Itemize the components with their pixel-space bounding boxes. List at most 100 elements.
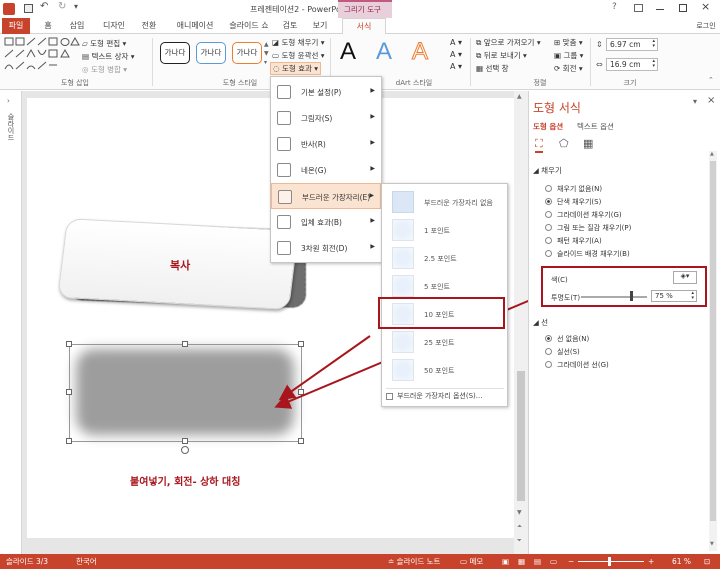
submenu-arrow-icon: ▶ — [370, 87, 375, 94]
effects-item-reflection[interactable]: 반사(R) ▶ — [271, 131, 381, 157]
effects-item-glow[interactable]: 네온(G) ▶ — [271, 157, 381, 183]
soft-edge-label: 50 포인트 — [424, 367, 455, 375]
fill-section-label: 채우기 — [541, 166, 562, 175]
soft-edge-options[interactable]: 부드러운 가장자리 옵션(S)... — [386, 388, 504, 402]
transparency-slider[interactable] — [581, 296, 647, 298]
transparency-value: 75 % — [655, 292, 673, 300]
arrow-to-shape — [278, 335, 371, 401]
line-gradient-radio[interactable] — [545, 361, 552, 368]
line-section-header[interactable]: ◢ 선 — [533, 317, 548, 328]
shape-effects-menu: 기본 설정(P) ▶ 그림자(S) ▶ 반사(R) ▶ 네온(G) ▶ 부드러운 가장자… — [270, 76, 382, 263]
tab-shape-options[interactable]: 도형 옵션 — [533, 121, 563, 132]
pane-scroll-thumb[interactable] — [710, 161, 716, 521]
soft-edges-icon — [278, 190, 292, 204]
zoom-slider-thumb[interactable] — [608, 557, 611, 566]
soft-edge-25pt[interactable]: 25 포인트 — [388, 328, 504, 356]
line-option-label: 그라데이션 선(G) — [557, 361, 609, 369]
soft-edge-preview — [392, 331, 414, 353]
effects-item-label: 그림자(S) — [301, 114, 333, 123]
fill-picture-radio[interactable] — [545, 224, 552, 231]
line-option-label: 실선(S) — [557, 348, 580, 356]
soft-edge-2-5pt[interactable]: 2.5 포인트 — [388, 244, 504, 272]
effects-item-preset[interactable]: 기본 설정(P) ▶ — [271, 79, 381, 105]
soft-edge-preview — [392, 219, 414, 241]
soft-edge-label: 1 포인트 — [424, 227, 450, 235]
tab-text-options[interactable]: 텍스트 옵션 — [577, 121, 614, 132]
format-shape-pane: 도형 서식 ▾ × 도형 옵션 텍스트 옵션 ⛶ ⬠ ▦ ◢ 채우기 채우기 없… — [528, 91, 720, 554]
transparency-label: 투명도(T) — [551, 294, 581, 302]
color-label: 색(C) — [551, 276, 568, 284]
submenu-arrow-icon: ▶ — [370, 243, 375, 250]
language-indicator[interactable]: 한국어 — [76, 554, 97, 569]
preset-icon — [277, 85, 291, 99]
effects-item-soft-edges[interactable]: 부드러운 가장자리(E) ▶ — [271, 183, 381, 209]
reflection-icon — [277, 137, 291, 151]
zoom-out-icon[interactable]: − — [568, 554, 574, 569]
collapse-icon: ◢ — [533, 318, 542, 327]
soft-edge-label: 25 포인트 — [424, 339, 455, 347]
normal-view-icon[interactable]: ▣ — [502, 554, 509, 569]
soft-edge-preview — [392, 275, 414, 297]
size-properties-tab-icon[interactable]: ▦ — [583, 137, 593, 150]
slide-counter[interactable]: 슬라이드 3/3 — [6, 554, 48, 569]
effects-item-shadow[interactable]: 그림자(S) ▶ — [271, 105, 381, 131]
effects-tab-icon[interactable]: ⬠ — [559, 137, 569, 150]
submenu-arrow-icon: ▶ — [370, 165, 375, 172]
zoom-slider[interactable] — [578, 561, 644, 562]
effects-item-label: 입체 효과(B) — [301, 218, 342, 227]
shadow-icon — [277, 111, 291, 125]
glow-icon — [277, 163, 291, 177]
zoom-level[interactable]: 61 % — [672, 554, 691, 569]
fill-background-radio[interactable] — [545, 250, 552, 257]
collapse-icon: ◢ — [533, 166, 542, 175]
line-section-label: 선 — [541, 318, 549, 327]
pane-scroll-up-icon[interactable]: ▲ — [710, 151, 714, 157]
soft-edge-50pt[interactable]: 50 포인트 — [388, 356, 504, 384]
effects-item-3d-rotation[interactable]: 3차원 회전(D) ▶ — [271, 235, 381, 261]
pane-close-icon[interactable]: × — [707, 95, 715, 106]
soft-edges-submenu: 부드러운 가장자리 없음 1 포인트 2.5 포인트 5 포인트 10 포인트 … — [381, 183, 508, 407]
soft-edge-preview — [392, 359, 414, 381]
transparency-field[interactable]: 75 % ▴ ▾ — [651, 290, 697, 302]
submenu-arrow-icon: ▶ — [370, 113, 375, 120]
soft-edge-label: 부드러운 가장자리 없음 — [424, 199, 493, 207]
comments-label: 메모 — [469, 557, 484, 566]
reading-view-icon[interactable]: ▤ — [534, 554, 541, 569]
line-solid-radio[interactable] — [545, 348, 552, 355]
pane-options-icon[interactable]: ▾ — [693, 97, 697, 106]
bevel-icon — [277, 215, 291, 229]
fill-line-tab-icon[interactable]: ⛶ — [535, 137, 543, 153]
effects-item-label: 네온(G) — [301, 166, 327, 175]
slide-sorter-icon[interactable]: ▦ — [518, 554, 525, 569]
color-picker-button[interactable]: ◈▾ — [673, 271, 697, 284]
line-option-label: 선 없음(N) — [557, 335, 590, 343]
submenu-arrow-icon: ▶ — [370, 139, 375, 146]
pane-scrollbar[interactable]: ▲ ▼ — [709, 151, 717, 551]
effects-item-label: 부드러운 가장자리(E) — [302, 193, 371, 202]
soft-edge-preview — [392, 191, 414, 213]
transparency-spinner[interactable]: ▴ ▾ — [691, 291, 694, 301]
fill-section-header[interactable]: ◢ 채우기 — [533, 165, 562, 176]
soft-edge-1pt[interactable]: 1 포인트 — [388, 216, 504, 244]
fit-slide-icon[interactable]: ⊡ — [704, 554, 710, 569]
effects-item-label: 반사(R) — [301, 140, 326, 149]
options-checkbox-icon — [386, 392, 393, 400]
soft-edge-none[interactable]: 부드러운 가장자리 없음 — [388, 188, 504, 216]
fill-gradient-radio[interactable] — [545, 211, 552, 218]
transparency-slider-thumb[interactable] — [630, 291, 633, 301]
pane-scroll-down-icon[interactable]: ▼ — [710, 541, 714, 547]
notes-button[interactable]: ≐ 슬라이드 노트 — [388, 554, 440, 569]
fill-pattern-radio[interactable] — [545, 237, 552, 244]
slideshow-icon[interactable]: ▭ — [550, 554, 557, 569]
fill-option-label: 그림 또는 질감 채우기(P) — [557, 224, 632, 232]
fill-option-label: 채우기 없음(N) — [557, 185, 603, 193]
fill-option-label: 그라데이션 채우기(G) — [557, 211, 622, 219]
effects-item-bevel[interactable]: 입체 효과(B) ▶ — [271, 209, 381, 235]
status-bar: 슬라이드 3/3 한국어 ≐ 슬라이드 노트 ▭ 메모 ▣ ▦ ▤ ▭ − + … — [0, 554, 720, 569]
comments-button[interactable]: ▭ 메모 — [460, 554, 483, 569]
zoom-in-icon[interactable]: + — [648, 554, 654, 569]
fill-solid-radio[interactable] — [545, 198, 552, 205]
soft-edge-5pt[interactable]: 5 포인트 — [388, 272, 504, 300]
fill-none-radio[interactable] — [545, 185, 552, 192]
line-none-radio[interactable] — [545, 335, 552, 342]
